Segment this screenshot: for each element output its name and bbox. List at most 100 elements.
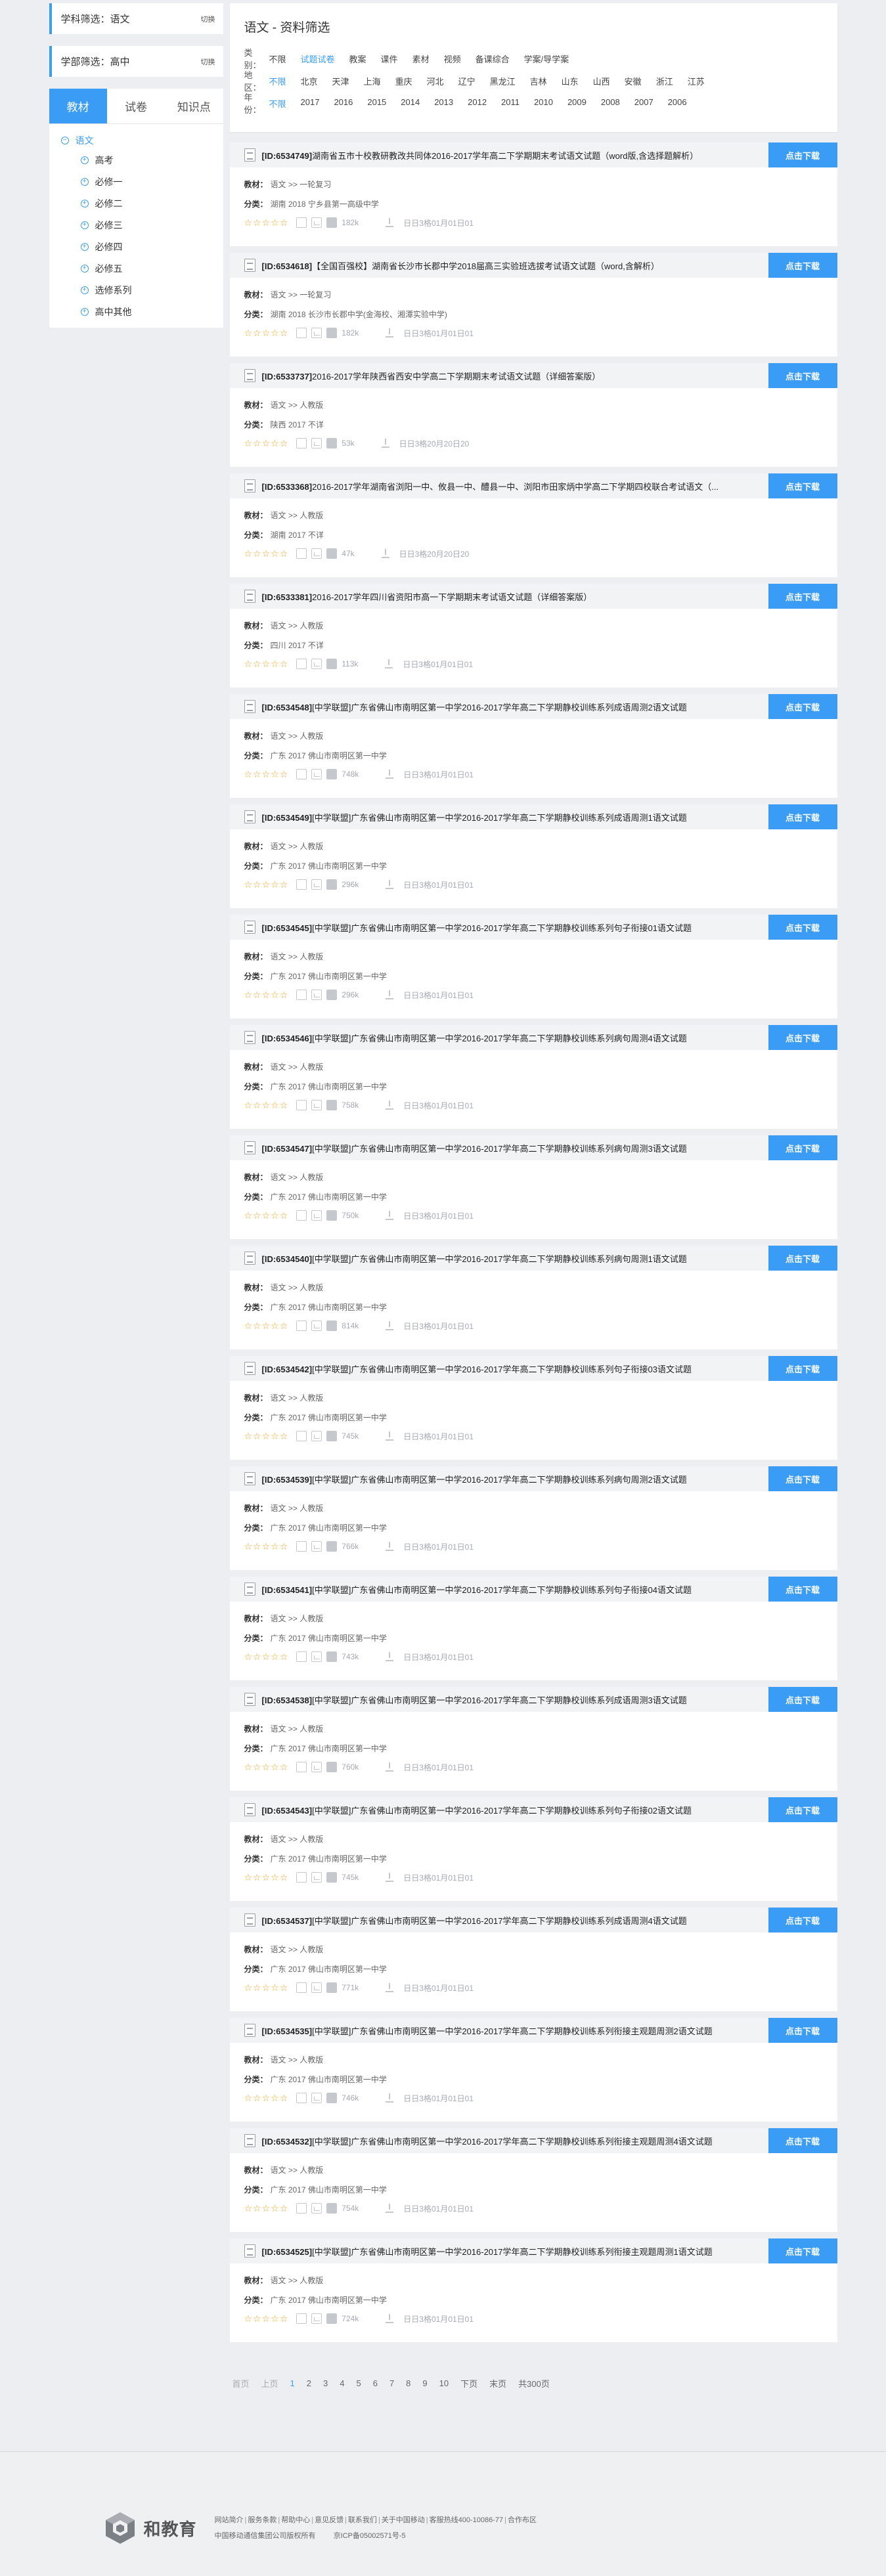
footer-link[interactable]: 服务条款 <box>248 2516 277 2524</box>
resource-title[interactable]: [ID:6534543][中学联盟]广东省佛山市南明区第一中学2016-2017… <box>262 1804 692 1816</box>
page-number-link[interactable]: 8 <box>406 2378 410 2388</box>
download-button[interactable]: 点击下载 <box>768 915 837 940</box>
material-value[interactable]: 语文 >> 人教版 <box>271 1061 324 1072</box>
material-value[interactable]: 语文 >> 人教版 <box>271 951 324 962</box>
download-button[interactable]: 点击下载 <box>768 694 837 719</box>
page-number-link[interactable]: 6 <box>373 2378 378 2388</box>
material-value[interactable]: 语文 >> 人教版 <box>271 2054 324 2065</box>
material-value[interactable]: 语文 >> 人教版 <box>271 1833 324 1845</box>
resource-title[interactable]: [ID:6534547][中学联盟]广东省佛山市南明区第一中学2016-2017… <box>262 1142 687 1154</box>
resource-title[interactable]: [ID:6534540][中学联盟]广东省佛山市南明区第一中学2016-2017… <box>262 1252 687 1265</box>
category-option[interactable]: 学案/导学案 <box>524 53 569 65</box>
expand-icon[interactable]: + <box>80 286 89 294</box>
region-option[interactable]: 北京 <box>301 75 318 87</box>
first-page-link[interactable]: 首页 <box>233 2377 250 2390</box>
material-value[interactable]: 语文 >> 人教版 <box>271 840 324 852</box>
category-option[interactable]: 试题试卷 <box>301 53 335 65</box>
download-button[interactable]: 点击下载 <box>768 142 837 167</box>
resource-title[interactable]: [ID:6534618]【全国百强校】湖南省长沙市长郡中学2018届高三实验班选… <box>262 259 659 272</box>
download-button[interactable]: 点击下载 <box>768 363 837 388</box>
year-option[interactable]: 2016 <box>334 97 353 110</box>
material-value[interactable]: 语文 >> 人教版 <box>271 1723 324 1734</box>
tree-item[interactable]: + 必修五 <box>61 257 223 279</box>
download-button[interactable]: 点击下载 <box>768 804 837 829</box>
tab-textbook[interactable]: 教材 <box>49 89 107 123</box>
material-value[interactable]: 语文 >> 人教版 <box>271 1502 324 1514</box>
year-option[interactable]: 2011 <box>501 97 520 110</box>
material-value[interactable]: 语文 >> 人教版 <box>271 1944 324 1955</box>
footer-link[interactable]: 联系我们 <box>348 2516 377 2524</box>
material-value[interactable]: 语文 >> 人教版 <box>271 620 324 631</box>
region-option[interactable]: 不限 <box>269 75 286 87</box>
year-option[interactable]: 2017 <box>301 97 320 110</box>
tree-root-chinese[interactable]: − 语文 <box>60 132 223 149</box>
download-button[interactable]: 点击下载 <box>768 1466 837 1491</box>
category-option[interactable]: 不限 <box>269 53 286 65</box>
region-option[interactable]: 江苏 <box>688 75 705 87</box>
expand-icon[interactable]: + <box>80 221 89 229</box>
resource-title[interactable]: [ID:6533381]2016-2017学年四川省资阳市高一下学期期末考试语文… <box>262 590 592 603</box>
expand-icon[interactable]: + <box>80 156 89 164</box>
material-value[interactable]: 语文 >> 人教版 <box>271 730 324 741</box>
region-option[interactable]: 重庆 <box>395 75 412 87</box>
category-option[interactable]: 视频 <box>444 53 461 65</box>
year-option[interactable]: 2012 <box>468 97 487 110</box>
page-number-link[interactable]: 2 <box>307 2378 311 2388</box>
tree-item[interactable]: + 高中其他 <box>61 301 223 322</box>
footer-link[interactable]: 关于中国移动 <box>382 2516 425 2524</box>
material-value[interactable]: 语文 >> 人教版 <box>271 1171 324 1183</box>
resource-title[interactable]: [ID:6534535][中学联盟]广东省佛山市南明区第一中学2016-2017… <box>262 2024 713 2037</box>
download-button[interactable]: 点击下载 <box>768 584 837 609</box>
stage-switch-button[interactable]: 切换 <box>201 56 215 67</box>
resource-title[interactable]: [ID:6534541][中学联盟]广东省佛山市南明区第一中学2016-2017… <box>262 1583 692 1596</box>
expand-icon[interactable]: + <box>80 177 89 186</box>
page-number-link[interactable]: 5 <box>356 2378 361 2388</box>
expand-icon[interactable]: + <box>80 264 89 273</box>
last-page-link[interactable]: 末页 <box>489 2377 506 2390</box>
download-button[interactable]: 点击下载 <box>768 1135 837 1160</box>
download-button[interactable]: 点击下载 <box>768 1577 837 1602</box>
collapse-icon[interactable]: − <box>60 137 69 144</box>
year-option[interactable]: 2014 <box>401 97 420 110</box>
download-button[interactable]: 点击下载 <box>768 253 837 278</box>
prev-page-link[interactable]: 上页 <box>261 2377 278 2390</box>
region-option[interactable]: 河北 <box>427 75 444 87</box>
region-option[interactable]: 山东 <box>562 75 579 87</box>
footer-link[interactable]: 合作布区 <box>508 2516 537 2524</box>
expand-icon[interactable]: + <box>80 307 89 316</box>
tree-item[interactable]: + 必修四 <box>61 236 223 257</box>
subject-switch-button[interactable]: 切换 <box>201 14 215 24</box>
download-button[interactable]: 点击下载 <box>768 1356 837 1381</box>
material-value[interactable]: 语文 >> 一轮复习 <box>271 289 332 300</box>
resource-title[interactable]: [ID:6534525][中学联盟]广东省佛山市南明区第一中学2016-2017… <box>262 2245 713 2258</box>
region-option[interactable]: 天津 <box>332 75 349 87</box>
year-option[interactable]: 2010 <box>534 97 553 110</box>
expand-icon[interactable]: + <box>80 242 89 251</box>
year-option[interactable]: 2015 <box>367 97 386 110</box>
resource-title[interactable]: [ID:6534539][中学联盟]广东省佛山市南明区第一中学2016-2017… <box>262 1473 687 1485</box>
tree-item[interactable]: + 必修一 <box>61 171 223 192</box>
next-page-link[interactable]: 下页 <box>460 2377 477 2390</box>
download-button[interactable]: 点击下载 <box>768 473 837 498</box>
tab-exam[interactable]: 试卷 <box>107 89 165 123</box>
category-option[interactable]: 素材 <box>412 53 430 65</box>
category-option[interactable]: 备课综合 <box>476 53 510 65</box>
download-button[interactable]: 点击下载 <box>768 1687 837 1712</box>
page-number-link[interactable]: 7 <box>389 2378 394 2388</box>
tree-item[interactable]: + 高考 <box>61 149 223 171</box>
category-option[interactable]: 课件 <box>381 53 398 65</box>
region-option[interactable]: 安徽 <box>625 75 642 87</box>
resource-title[interactable]: [ID:6533737]2016-2017学年陕西省西安中学高二下学期期末考试语… <box>262 370 601 382</box>
year-option[interactable]: 2009 <box>567 97 587 110</box>
download-button[interactable]: 点击下载 <box>768 1246 837 1271</box>
material-value[interactable]: 语文 >> 人教版 <box>271 2275 324 2286</box>
resource-title[interactable]: [ID:6533368]2016-2017学年湖南省浏阳一中、攸县一中、醴县一中… <box>262 480 719 492</box>
resource-title[interactable]: [ID:6534537][中学联盟]广东省佛山市南明区第一中学2016-2017… <box>262 1914 687 1927</box>
region-option[interactable]: 辽宁 <box>458 75 476 87</box>
year-option[interactable]: 2006 <box>668 97 687 110</box>
footer-link[interactable]: 客服热线400-10086-77 <box>430 2516 504 2524</box>
page-number-link[interactable]: 4 <box>340 2378 344 2388</box>
region-option[interactable]: 山西 <box>593 75 610 87</box>
download-button[interactable]: 点击下载 <box>768 2018 837 2043</box>
download-button[interactable]: 点击下载 <box>768 1025 837 1050</box>
